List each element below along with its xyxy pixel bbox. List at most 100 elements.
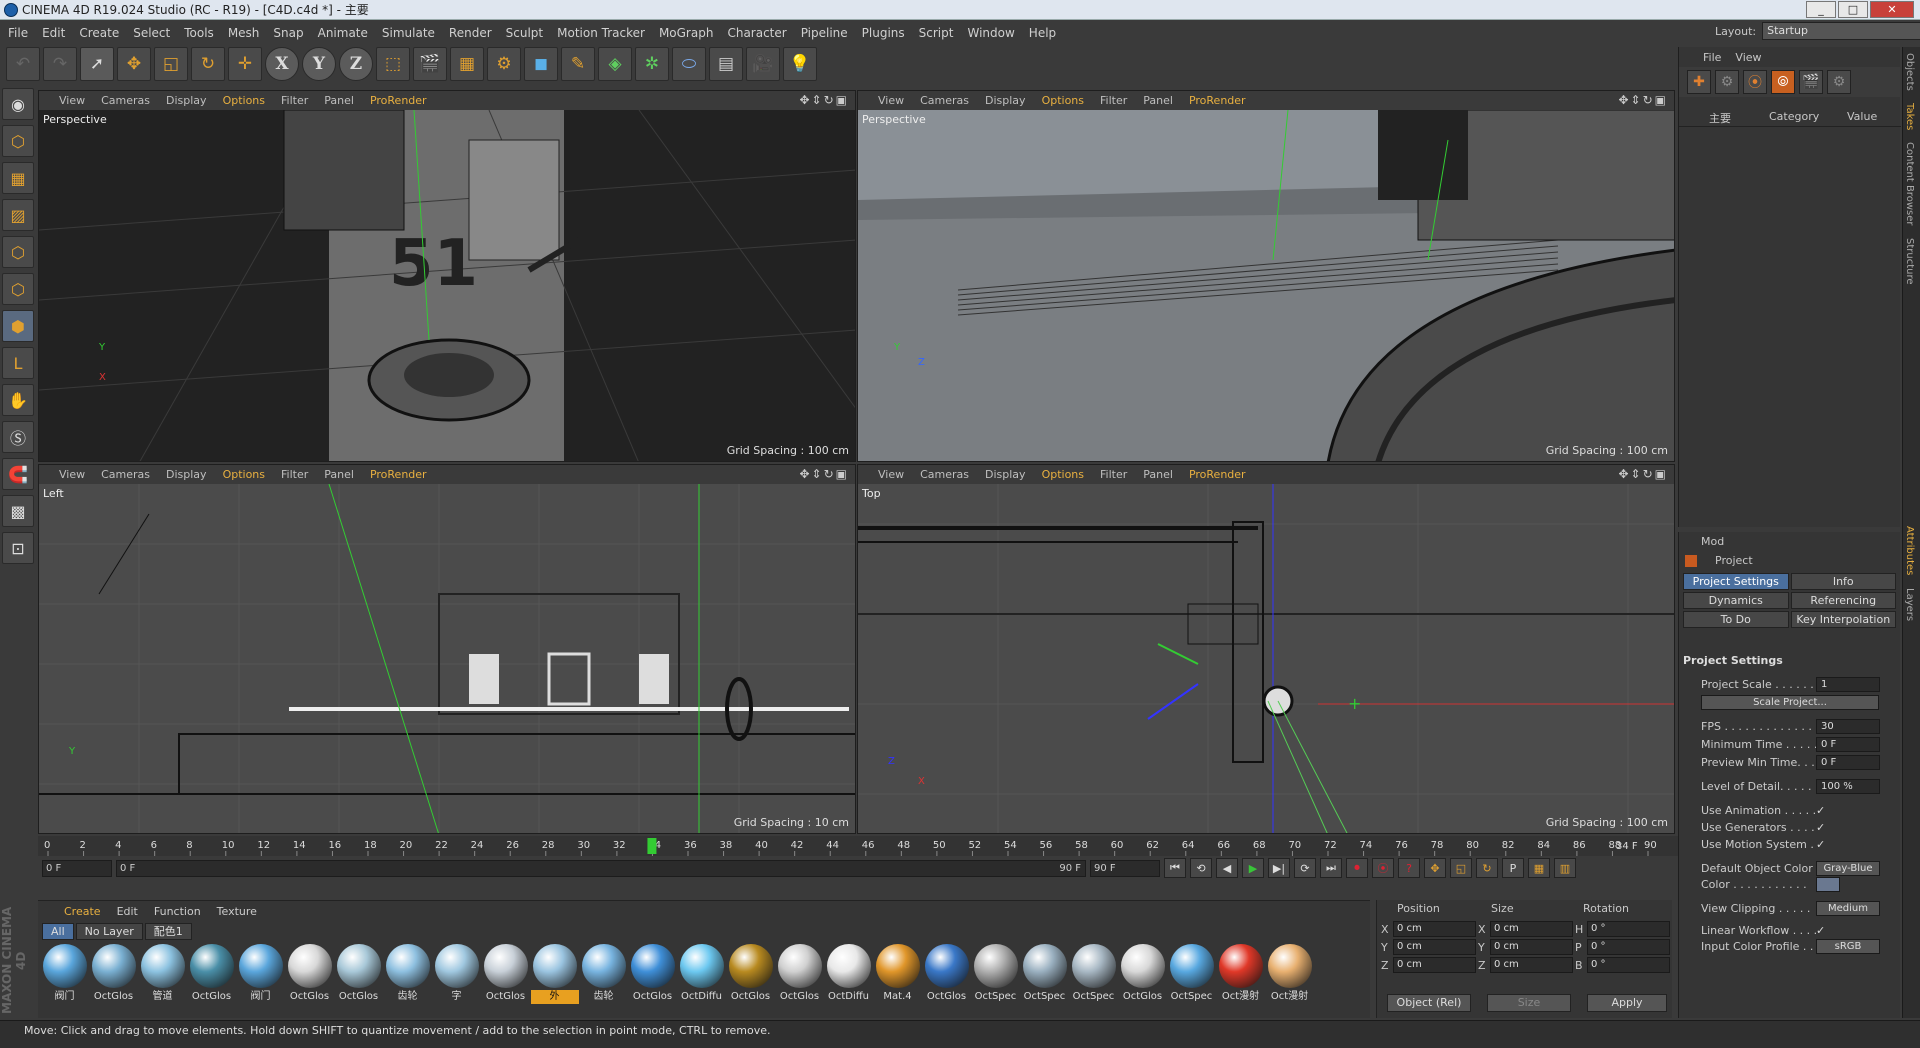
attribute-value[interactable]: 1: [1816, 676, 1880, 692]
x-axis-icon[interactable]: X: [265, 47, 299, 81]
material-swatch[interactable]: 齿轮: [579, 944, 628, 1004]
coordinate-field[interactable]: 0 cm: [1490, 921, 1573, 937]
undo-icon[interactable]: ↶: [6, 47, 40, 81]
attribute-value[interactable]: Gray-Blue: [1816, 860, 1880, 876]
menu-display[interactable]: Display: [985, 468, 1026, 481]
render-view-icon[interactable]: 🎬: [413, 47, 447, 81]
points-mode-icon[interactable]: ⬡: [2, 236, 34, 268]
menu-view[interactable]: View: [878, 94, 904, 107]
side-tab-takes[interactable]: Takes: [1903, 97, 1916, 136]
tweak-mode-icon[interactable]: ✋: [2, 384, 34, 416]
material-swatch[interactable]: 阀门: [236, 944, 285, 1004]
menu-character[interactable]: Character: [727, 26, 786, 40]
y-axis-icon[interactable]: Y: [302, 47, 336, 81]
last-tool-icon[interactable]: ✛: [228, 47, 262, 81]
material-swatch[interactable]: OctGlos: [285, 944, 334, 1004]
material-swatch[interactable]: OctSpec: [1167, 944, 1216, 1004]
menu-cameras[interactable]: Cameras: [101, 468, 150, 481]
live-selection-icon[interactable]: ➚: [80, 47, 114, 81]
material-swatch[interactable]: OctGlos: [187, 944, 236, 1004]
menu-options[interactable]: Options: [223, 94, 265, 107]
coordinate-field[interactable]: 0 cm: [1393, 957, 1476, 973]
viewport-perspective-1[interactable]: View Cameras Display Options Filter Pane…: [38, 90, 856, 462]
menu-plugins[interactable]: Plugins: [862, 26, 905, 40]
snap-icon[interactable]: 🧲: [2, 458, 34, 490]
lock-workplane-icon[interactable]: ⊡: [2, 532, 34, 564]
viewport-nav-icons[interactable]: ✥⇕↻▣: [1618, 467, 1668, 481]
side-tab-attributes[interactable]: Attributes: [1903, 520, 1916, 581]
viewport-perspective-2[interactable]: View Cameras Display Options Filter Pane…: [857, 90, 1675, 462]
viewport-nav-icons[interactable]: ✥⇕↻▣: [799, 467, 849, 481]
attribute-value[interactable]: 100 %: [1816, 778, 1880, 794]
menu-prorender[interactable]: ProRender: [370, 94, 427, 107]
filter-all[interactable]: All: [42, 922, 74, 940]
attribute-menu-mode[interactable]: Mod: [1679, 532, 1900, 552]
menu-display[interactable]: Display: [166, 94, 207, 107]
menu-cameras[interactable]: Cameras: [101, 94, 150, 107]
material-swatch[interactable]: OctDiffu: [824, 944, 873, 1004]
material-swatch[interactable]: 外: [530, 944, 579, 1004]
attribute-value[interactable]: ✓: [1816, 821, 1825, 834]
layout-dropdown[interactable]: Startup: [1762, 22, 1920, 40]
material-swatch[interactable]: OctGlos: [89, 944, 138, 1004]
tab-referencing[interactable]: Referencing: [1790, 592, 1896, 609]
timeline-window-icon[interactable]: ▥: [1554, 858, 1576, 878]
take-override-icon[interactable]: ⚙: [1715, 70, 1739, 94]
material-swatch[interactable]: OctSpec: [1069, 944, 1118, 1004]
go-to-start-icon[interactable]: ⏮: [1164, 858, 1186, 878]
material-swatch[interactable]: Mat.4: [873, 944, 922, 1004]
model-mode-icon[interactable]: ⬡: [2, 125, 34, 157]
menu-filter[interactable]: Filter: [1100, 94, 1127, 107]
menu-pipeline[interactable]: Pipeline: [801, 26, 848, 40]
parameter-key-icon[interactable]: P: [1502, 858, 1524, 878]
menu-cameras[interactable]: Cameras: [920, 94, 969, 107]
menu-filter[interactable]: Filter: [281, 468, 308, 481]
tab-key-interpolation[interactable]: Key Interpolation: [1790, 611, 1896, 628]
material-swatch[interactable]: OctGlos: [628, 944, 677, 1004]
menu-select[interactable]: Select: [133, 26, 170, 40]
menu-view[interactable]: View: [59, 468, 85, 481]
apply-button[interactable]: Apply: [1587, 994, 1667, 1012]
tab-project-settings[interactable]: Project Settings: [1683, 573, 1789, 590]
menu-display[interactable]: Display: [985, 94, 1026, 107]
start-frame-field[interactable]: 0 F: [42, 859, 112, 877]
menu-view[interactable]: View: [878, 468, 904, 481]
coordinate-field[interactable]: 0 cm: [1393, 921, 1476, 937]
side-tab-structure[interactable]: Structure: [1903, 232, 1916, 291]
coordinate-field[interactable]: 0 cm: [1393, 939, 1476, 955]
side-tab-objects[interactable]: Objects: [1903, 47, 1916, 97]
axis-mode-icon[interactable]: L: [2, 347, 34, 379]
coordinate-field[interactable]: 0 °: [1587, 957, 1670, 973]
menu-view[interactable]: View: [59, 94, 85, 107]
point-level-key-icon[interactable]: ▦: [1528, 858, 1550, 878]
attribute-value[interactable]: ✓: [1816, 804, 1825, 817]
play-icon[interactable]: ▶: [1242, 858, 1264, 878]
menu-options[interactable]: Options: [1042, 468, 1084, 481]
attribute-value[interactable]: 30: [1816, 718, 1880, 734]
grid-snap-icon[interactable]: ▩: [2, 495, 34, 527]
object-menu-view[interactable]: View: [1735, 51, 1761, 64]
z-axis-icon[interactable]: Z: [339, 47, 373, 81]
light-icon[interactable]: 💡: [783, 47, 817, 81]
attribute-value[interactable]: 0 F: [1816, 736, 1880, 752]
material-swatch[interactable]: 管道: [138, 944, 187, 1004]
menu-create[interactable]: Create: [79, 26, 119, 40]
next-key-icon[interactable]: ⟳: [1294, 858, 1316, 878]
cloner-icon[interactable]: ✲: [635, 47, 669, 81]
material-swatch[interactable]: Oct漫射: [1265, 944, 1314, 1004]
menu-file[interactable]: File: [8, 26, 28, 40]
menu-mesh[interactable]: Mesh: [228, 26, 260, 40]
redo-icon[interactable]: ↷: [43, 47, 77, 81]
menu-animate[interactable]: Animate: [318, 26, 368, 40]
side-tab-content-browser[interactable]: Content Browser: [1903, 136, 1916, 231]
coordinate-field[interactable]: 0 cm: [1490, 939, 1573, 955]
menu-panel[interactable]: Panel: [1143, 468, 1173, 481]
menu-snap[interactable]: Snap: [273, 26, 303, 40]
menu-render[interactable]: Render: [449, 26, 492, 40]
minimize-button[interactable]: _: [1806, 1, 1836, 18]
tab-info[interactable]: Info: [1790, 573, 1896, 590]
coordinate-field[interactable]: 0 °: [1587, 921, 1670, 937]
material-swatch[interactable]: OctGlos: [922, 944, 971, 1004]
attribute-value[interactable]: ✓: [1816, 838, 1825, 851]
coordinate-field[interactable]: 0 cm: [1490, 957, 1573, 973]
